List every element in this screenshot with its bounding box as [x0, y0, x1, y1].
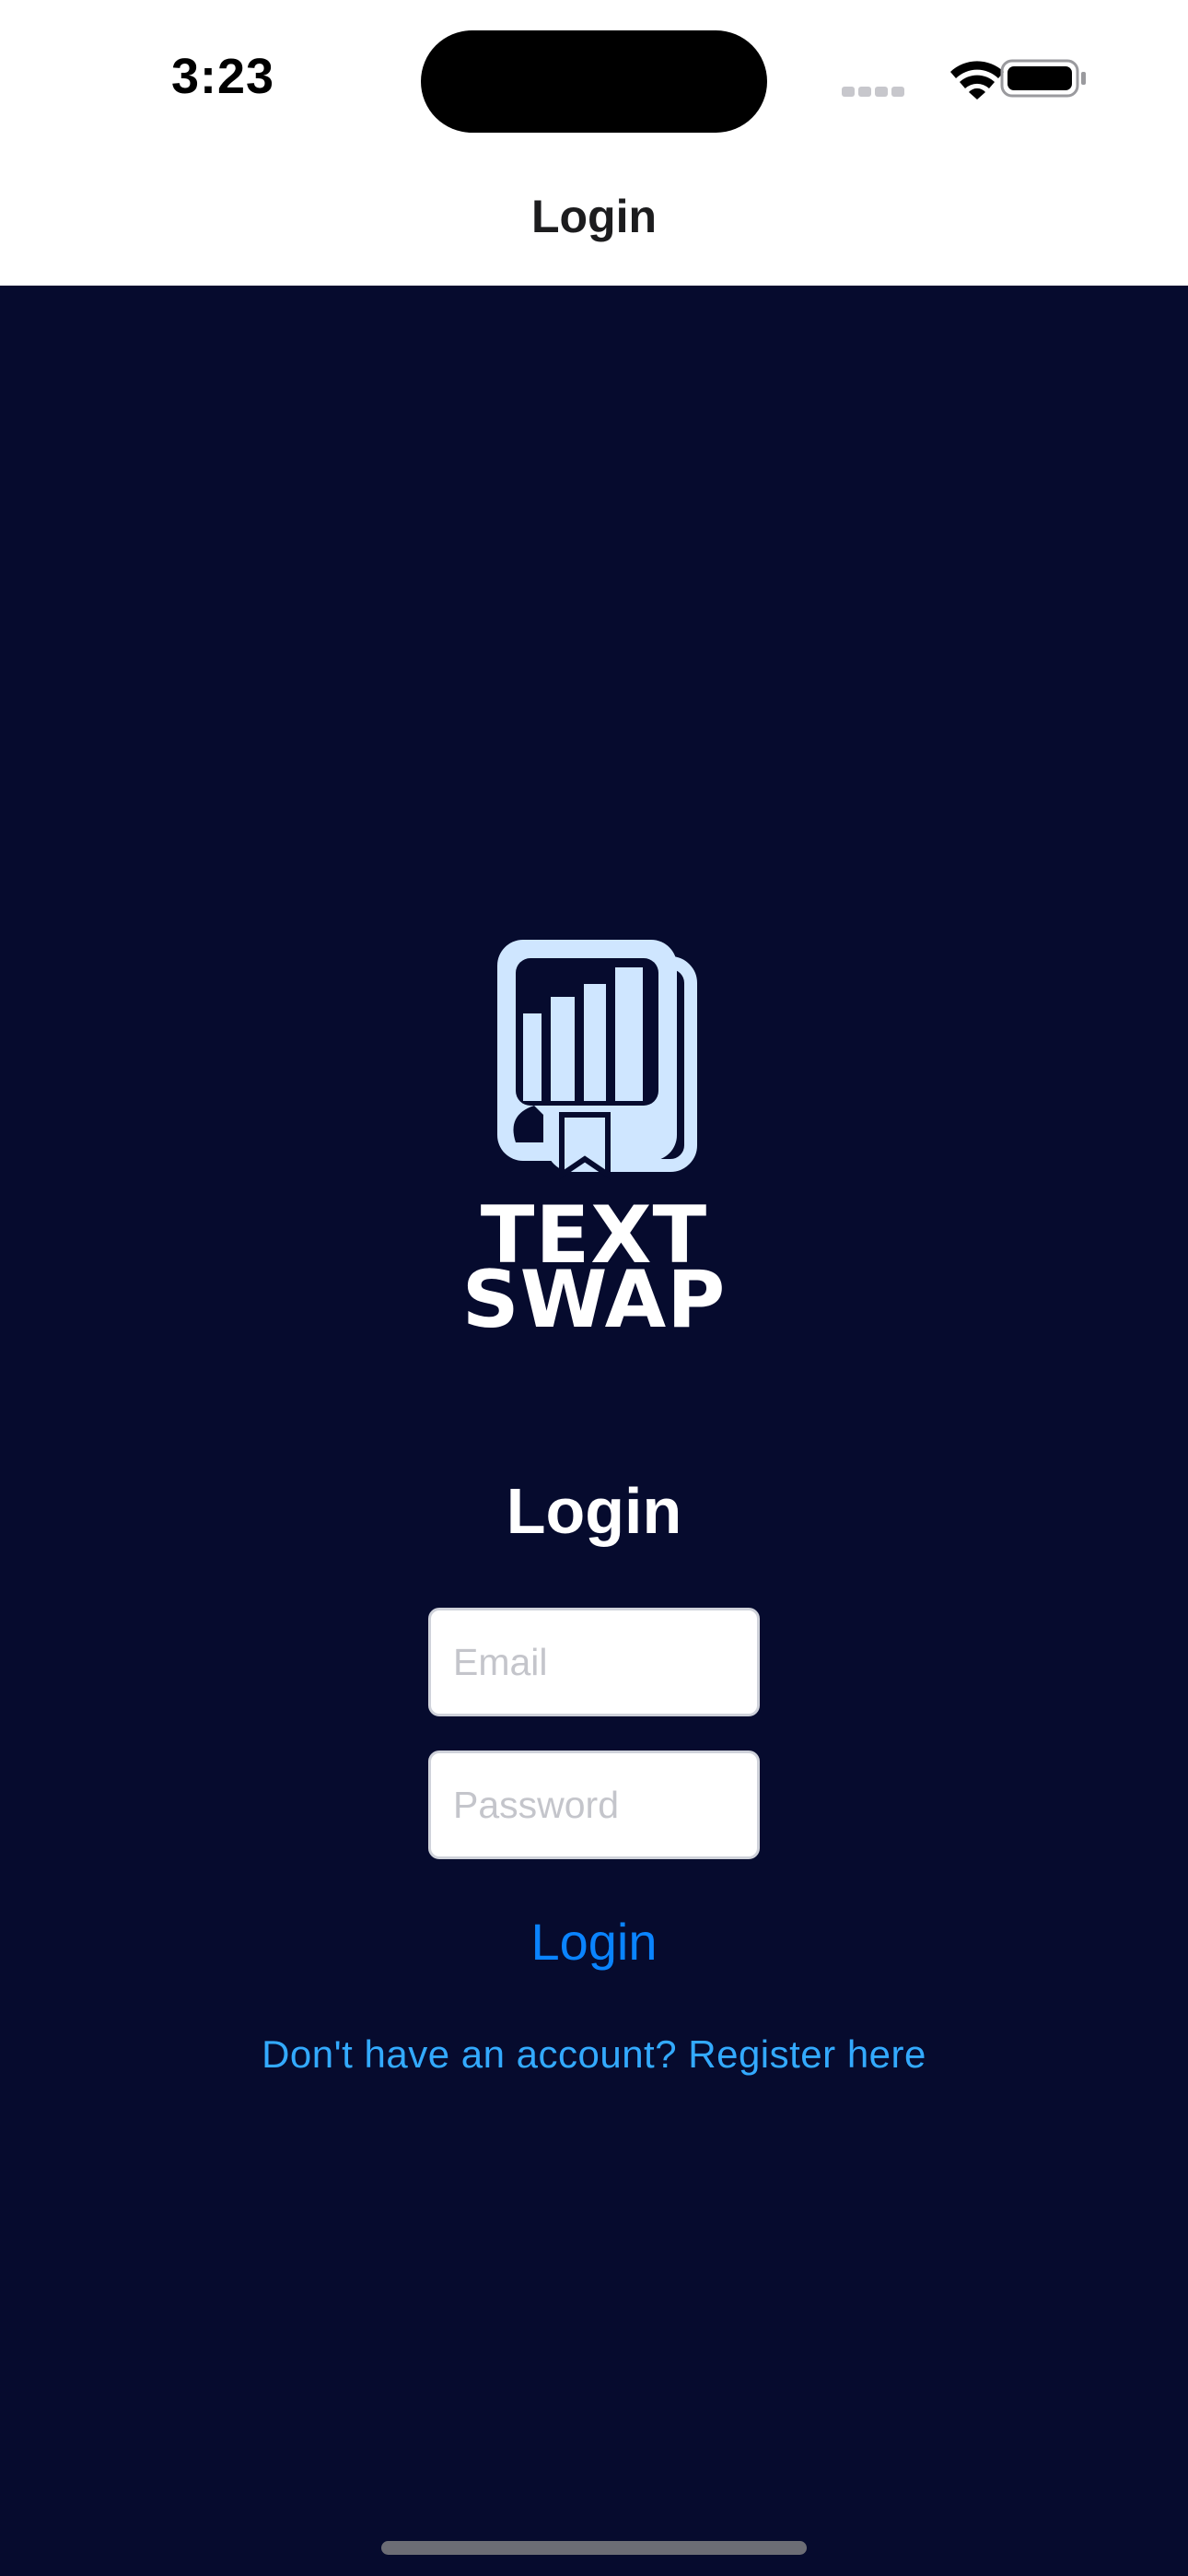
register-link[interactable]: Don't have an account? Register here: [0, 2032, 1188, 2077]
status-time: 3:23: [171, 49, 275, 104]
status-bar: 3:23: [0, 0, 1188, 157]
home-indicator[interactable]: [381, 2541, 807, 2555]
login-heading: Login: [506, 1475, 682, 1547]
password-field[interactable]: [428, 1751, 760, 1859]
wifi-icon: [950, 61, 1004, 100]
book-logo-icon: [497, 940, 697, 1180]
status-icons: [842, 59, 1086, 100]
navigation-bar: Login: [0, 157, 1188, 286]
logo-text-line2: SWAP: [461, 1254, 727, 1346]
login-button[interactable]: Login: [0, 1912, 1188, 1972]
signal-dots-icon: [842, 87, 904, 97]
dynamic-island: [421, 30, 767, 133]
login-screen: [0, 286, 1188, 2576]
email-field[interactable]: [428, 1608, 760, 1716]
nav-title: Login: [530, 191, 658, 242]
battery-icon: [1000, 59, 1086, 98]
